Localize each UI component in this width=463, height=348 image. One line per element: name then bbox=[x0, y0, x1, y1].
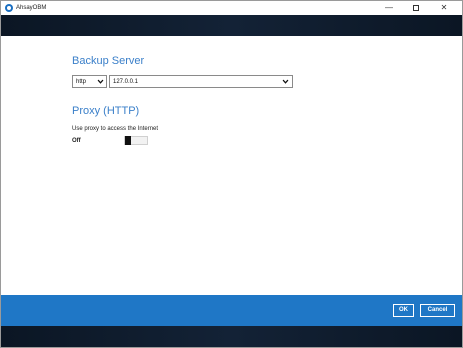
app-window: AhsayOBM — ✕ Backup Server http 127.0.0.… bbox=[0, 0, 463, 348]
backup-server-heading: Backup Server bbox=[72, 55, 145, 67]
proxy-heading: Proxy (HTTP) bbox=[72, 105, 140, 117]
protocol-select[interactable]: http bbox=[72, 75, 107, 88]
chevron-down-icon bbox=[282, 79, 289, 84]
title-bar[interactable]: AhsayOBM — ✕ bbox=[1, 1, 462, 15]
protocol-value: http bbox=[76, 79, 87, 85]
maximize-button[interactable] bbox=[405, 2, 427, 14]
chevron-down-icon bbox=[97, 79, 104, 84]
proxy-state-label: Off bbox=[72, 138, 81, 144]
header-band bbox=[1, 15, 462, 36]
toggle-knob[interactable] bbox=[125, 136, 131, 145]
footer-bar: OK Cancel bbox=[1, 295, 462, 326]
host-value: 127.0.0.1 bbox=[113, 79, 139, 85]
ok-button[interactable]: OK bbox=[393, 304, 414, 317]
maximize-icon bbox=[413, 5, 419, 11]
bottom-band bbox=[1, 326, 462, 347]
window-title: AhsayOBM bbox=[16, 5, 47, 11]
close-button[interactable]: ✕ bbox=[433, 2, 455, 14]
app-logo-icon bbox=[5, 4, 13, 12]
settings-panel: Backup Server http 127.0.0.1 Proxy (HTTP… bbox=[1, 36, 462, 295]
cancel-button[interactable]: Cancel bbox=[420, 304, 455, 317]
use-proxy-label: Use proxy to access the Internet bbox=[72, 126, 159, 132]
backup-server-host-select[interactable]: 127.0.0.1 bbox=[109, 75, 293, 88]
minimize-button[interactable]: — bbox=[378, 2, 400, 14]
proxy-toggle[interactable] bbox=[124, 136, 148, 145]
